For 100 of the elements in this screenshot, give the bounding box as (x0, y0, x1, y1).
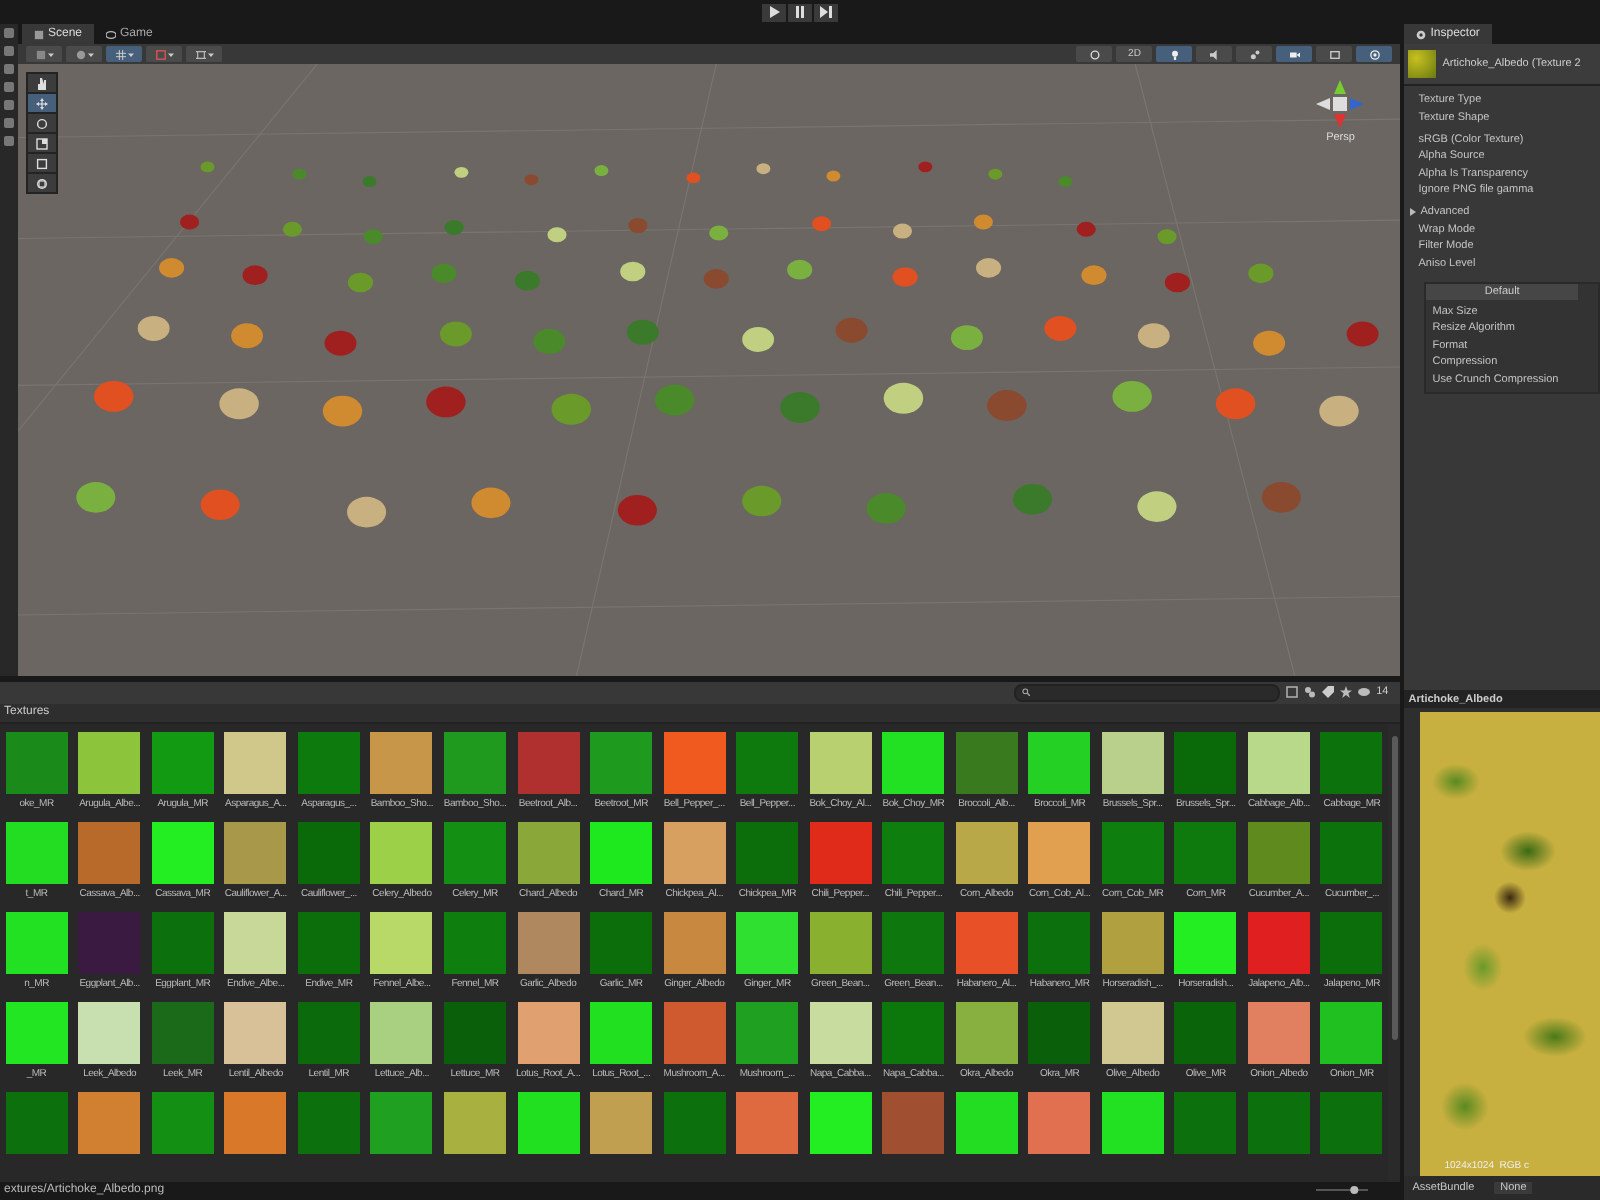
texture-thumbnail[interactable] (5, 911, 68, 974)
texture-thumbnail[interactable] (5, 731, 68, 794)
texture-thumbnail[interactable] (1247, 731, 1310, 794)
texture-thumbnail[interactable] (370, 821, 433, 884)
transform-tool[interactable] (28, 174, 56, 192)
texture-thumbnail[interactable] (663, 821, 726, 884)
texture-thumbnail[interactable] (1320, 821, 1383, 884)
texture-thumbnail[interactable] (1101, 731, 1164, 794)
texture-thumbnail[interactable] (370, 911, 433, 974)
texture-thumbnail[interactable] (224, 911, 287, 974)
texture-thumbnail[interactable] (151, 1091, 214, 1154)
texture-thumbnail[interactable] (444, 911, 506, 974)
texture-thumbnail[interactable] (1174, 731, 1237, 794)
increment-toggle[interactable] (186, 46, 222, 62)
texture-thumbnail[interactable] (1320, 1001, 1383, 1064)
texture-thumbnail[interactable] (151, 911, 214, 974)
texture-thumbnail[interactable] (1174, 1091, 1237, 1154)
texture-thumbnail[interactable] (224, 1001, 287, 1064)
texture-thumbnail[interactable] (517, 1001, 580, 1064)
texture-thumbnail[interactable] (955, 821, 1018, 884)
move-tool[interactable] (28, 94, 56, 112)
texture-thumbnail[interactable] (444, 821, 506, 884)
texture-thumbnail[interactable] (78, 731, 141, 794)
texture-thumbnail[interactable] (882, 731, 945, 794)
eye-icon[interactable] (1358, 686, 1371, 699)
rotate-tool[interactable] (28, 114, 56, 132)
texture-thumbnail[interactable] (1028, 731, 1091, 794)
texture-thumbnail[interactable] (1174, 1001, 1237, 1064)
camera-toggle[interactable] (1276, 46, 1313, 62)
texture-thumbnail[interactable] (590, 821, 653, 884)
texture-thumbnail[interactable] (5, 1091, 68, 1154)
texture-thumbnail[interactable] (1320, 911, 1383, 974)
rect-tool[interactable] (28, 154, 56, 172)
star-icon[interactable] (1340, 686, 1353, 699)
texture-thumbnail[interactable] (882, 1091, 945, 1154)
texture-thumbnail[interactable] (1247, 1091, 1310, 1154)
texture-thumbnail[interactable] (224, 731, 287, 794)
texture-thumbnail[interactable] (736, 1001, 799, 1064)
texture-thumbnail[interactable] (590, 1001, 653, 1064)
texture-thumbnail[interactable] (1320, 731, 1383, 794)
slider-thumb[interactable] (1350, 1186, 1359, 1195)
texture-thumbnail[interactable] (955, 731, 1018, 794)
texture-thumbnail[interactable] (1028, 1091, 1091, 1154)
pause-button[interactable] (788, 3, 812, 21)
texture-thumbnail[interactable] (1247, 1001, 1310, 1064)
texture-thumbnail[interactable] (590, 1091, 653, 1154)
texture-thumbnail[interactable] (590, 731, 653, 794)
texture-thumbnail[interactable] (297, 731, 360, 794)
texture-thumbnail[interactable] (736, 1091, 799, 1154)
texture-thumbnail[interactable] (78, 1091, 141, 1154)
texture-thumbnail[interactable] (955, 1001, 1018, 1064)
texture-thumbnail[interactable] (1247, 911, 1310, 974)
texture-thumbnail[interactable] (1101, 821, 1164, 884)
texture-thumbnail[interactable] (444, 1001, 506, 1064)
texture-thumbnail[interactable] (663, 1091, 726, 1154)
texture-thumbnail[interactable] (297, 911, 360, 974)
grid-toggle[interactable] (106, 46, 142, 62)
texture-thumbnail[interactable] (370, 1091, 433, 1154)
texture-thumbnail[interactable] (882, 821, 945, 884)
texture-thumbnail[interactable] (517, 821, 580, 884)
texture-thumbnail[interactable] (1101, 911, 1164, 974)
step-button[interactable] (814, 3, 838, 21)
texture-thumbnail[interactable] (809, 731, 872, 794)
texture-thumbnail[interactable] (955, 911, 1018, 974)
label-icon[interactable] (1322, 686, 1335, 699)
texture-thumbnail[interactable] (1174, 911, 1237, 974)
scene-camera-toggle[interactable] (1316, 46, 1353, 62)
texture-thumbnail[interactable] (736, 911, 799, 974)
texture-thumbnail[interactable] (78, 821, 141, 884)
texture-thumbnail[interactable] (5, 821, 68, 884)
type-filter-icon[interactable] (1304, 686, 1317, 699)
light-toggle[interactable] (1156, 46, 1193, 62)
filter-icon[interactable] (1286, 686, 1299, 699)
texture-thumbnail[interactable] (224, 1091, 287, 1154)
texture-thumbnail[interactable] (1028, 911, 1091, 974)
texture-thumbnail[interactable] (1174, 821, 1237, 884)
texture-thumbnail[interactable] (1320, 1091, 1383, 1154)
orientation-gizmo-icon[interactable] (1312, 76, 1369, 132)
texture-thumbnail[interactable] (590, 911, 653, 974)
hand-tool[interactable] (28, 74, 56, 92)
scale-tool[interactable] (28, 134, 56, 152)
shading-toggle[interactable] (1076, 46, 1113, 62)
texture-thumbnail[interactable] (1101, 1001, 1164, 1064)
texture-thumbnail[interactable] (517, 911, 580, 974)
texture-thumbnail[interactable] (370, 1001, 433, 1064)
texture-thumbnail[interactable] (444, 731, 506, 794)
texture-thumbnail[interactable] (809, 1001, 872, 1064)
texture-thumbnail[interactable] (444, 1091, 506, 1154)
texture-thumbnail[interactable] (517, 1091, 580, 1154)
texture-thumbnail[interactable] (1247, 821, 1310, 884)
texture-thumbnail[interactable] (882, 1001, 945, 1064)
texture-thumbnail[interactable] (297, 1001, 360, 1064)
texture-thumbnail[interactable] (955, 1091, 1018, 1154)
texture-thumbnail[interactable] (1028, 821, 1091, 884)
texture-thumbnail[interactable] (78, 1001, 141, 1064)
texture-thumbnail[interactable] (517, 731, 580, 794)
gizmos-toggle[interactable] (1356, 46, 1393, 62)
texture-thumbnail[interactable] (809, 1091, 872, 1154)
texture-thumbnail[interactable] (663, 1001, 726, 1064)
search-field[interactable] (1014, 683, 1281, 702)
